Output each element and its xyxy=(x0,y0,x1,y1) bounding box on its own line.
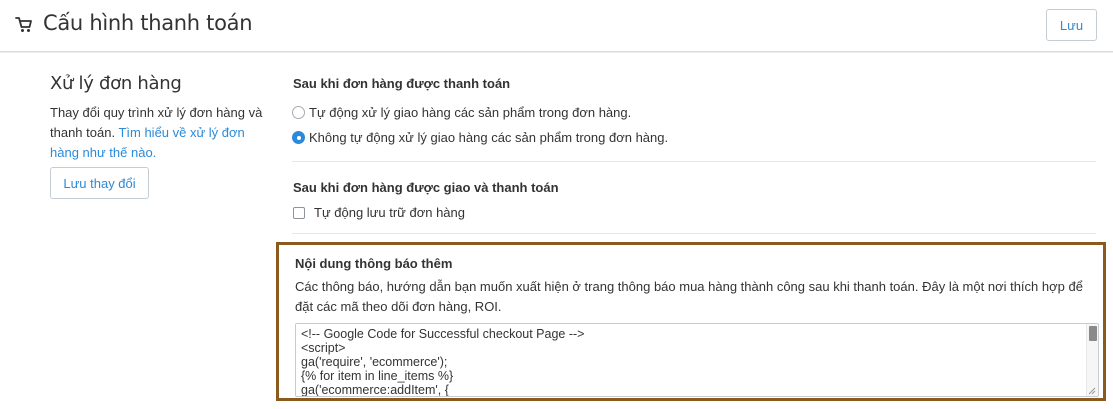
no-auto-fulfill-label: Không tự động xử lý giao hàng các sản ph… xyxy=(309,130,669,145)
section-description: Thay đổi quy trình xử lý đơn hàng và tha… xyxy=(50,103,265,163)
save-changes-button[interactable]: Lưu thay đổi xyxy=(50,167,149,199)
scrollbar-thumb[interactable] xyxy=(1089,326,1097,341)
section-title: Xử lý đơn hàng xyxy=(50,73,182,94)
main-content: Xử lý đơn hàng Thay đổi quy trình xử lý … xyxy=(0,53,1113,409)
auto-archive-checkbox[interactable] xyxy=(293,206,305,219)
after-delivered-title: Sau khi đơn hàng được giao và thanh toán xyxy=(293,180,559,195)
no-auto-fulfill-option[interactable]: Không tự động xử lý giao hàng các sản ph… xyxy=(292,130,668,145)
divider xyxy=(292,233,1096,234)
page-header: Cấu hình thanh toán Lưu xyxy=(0,0,1113,52)
additional-content-description: Các thông báo, hướng dẫn bạn muốn xuất h… xyxy=(295,279,1083,314)
no-auto-fulfill-radio[interactable] xyxy=(292,131,305,144)
additional-content-code: <!-- Google Code for Successful checkout… xyxy=(301,327,585,397)
divider xyxy=(292,161,1096,162)
page-title: Cấu hình thanh toán xyxy=(43,11,253,35)
auto-fulfill-label: Tự động xử lý giao hàng các sản phẩm tro… xyxy=(309,105,632,120)
textarea-scrollbar[interactable] xyxy=(1086,324,1098,396)
after-paid-title: Sau khi đơn hàng được thanh toán xyxy=(293,76,511,91)
additional-content-textarea[interactable]: <!-- Google Code for Successful checkout… xyxy=(295,323,1099,397)
auto-archive-option[interactable]: Tự động lưu trữ đơn hàng xyxy=(293,205,465,220)
additional-content-section: Nội dung thông báo thêm Các thông báo, h… xyxy=(276,242,1106,401)
save-button[interactable]: Lưu xyxy=(1046,9,1097,41)
auto-archive-label: Tự động lưu trữ đơn hàng xyxy=(314,205,465,220)
resize-handle-icon[interactable] xyxy=(1088,387,1096,395)
additional-content-title: Nội dung thông báo thêm xyxy=(295,256,453,271)
auto-fulfill-radio[interactable] xyxy=(292,106,305,119)
auto-fulfill-option[interactable]: Tự động xử lý giao hàng các sản phẩm tro… xyxy=(292,105,631,120)
cart-icon xyxy=(15,17,32,32)
